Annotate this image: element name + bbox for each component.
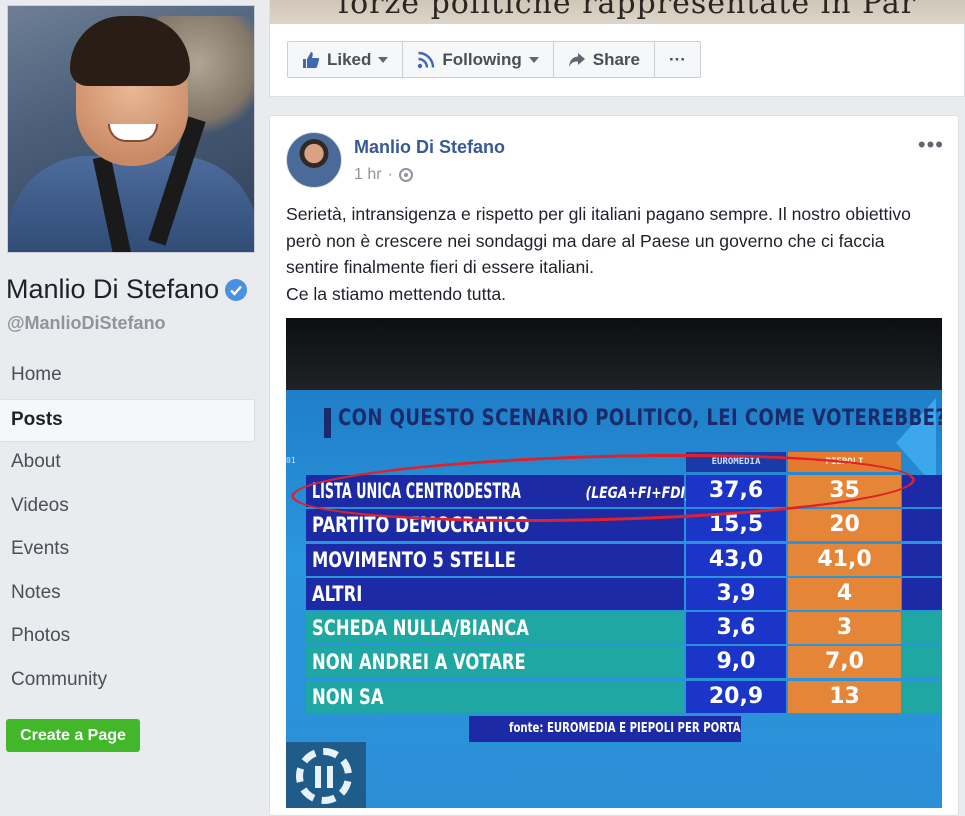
pause-bars-icon xyxy=(315,766,333,788)
nav-item-notes[interactable]: Notes xyxy=(0,573,255,617)
tv-frame-top xyxy=(286,318,942,390)
poll-row: NON ANDREI A VOTARE 9,0 7,0 xyxy=(306,645,942,679)
post-time[interactable]: 1 hr xyxy=(354,166,382,184)
poll-source: fonte: EUROMEDIA E PIEPOLI PER PORTA A P… xyxy=(469,716,741,742)
more-options-button[interactable]: ··· xyxy=(655,42,700,77)
verified-check-icon xyxy=(225,278,248,301)
share-button[interactable]: Share xyxy=(554,42,655,77)
poll-image[interactable]: CON QUESTO SCENARIO POLITICO, LEI COME V… xyxy=(286,318,942,808)
post-menu-button[interactable]: ••• xyxy=(918,134,944,156)
post-author[interactable]: Manlio Di Stefano xyxy=(354,137,505,158)
poll-title: CON QUESTO SCENARIO POLITICO, LEI COME V… xyxy=(338,406,942,431)
nav-item-events[interactable]: Events xyxy=(0,529,255,573)
poll-row-label: NON SA xyxy=(312,684,384,709)
page-name-text: Manlio Di Stefano xyxy=(6,274,220,304)
poll-value-piepoli: 7,0 xyxy=(788,646,901,679)
poll-row: MOVIMENTO 5 STELLE 43,0 41,0 xyxy=(306,543,942,577)
row-extension xyxy=(902,646,942,679)
globe-icon[interactable] xyxy=(398,168,413,182)
poll-value-piepoli: 4 xyxy=(788,577,901,610)
poll-value-piepoli: 20 xyxy=(788,509,901,542)
poll-value-euromedia: 3,9 xyxy=(686,577,786,610)
liked-button[interactable]: Liked xyxy=(288,42,404,77)
author-avatar[interactable] xyxy=(286,132,342,188)
page-actions-bar: Liked Following Share ··· xyxy=(287,41,701,78)
chevron-down-icon xyxy=(528,56,539,63)
newspaper-text: forze politiche rappresentate in Par xyxy=(338,0,917,21)
create-page-button[interactable]: Create a Page xyxy=(6,719,140,752)
thumbs-up-icon xyxy=(303,51,320,68)
row-extension xyxy=(902,543,942,576)
dot-separator: · xyxy=(387,166,393,183)
poll-value-euromedia: 3,6 xyxy=(686,612,786,645)
photo-shirt xyxy=(8,156,254,252)
nav-item-about[interactable]: About xyxy=(0,442,255,486)
share-arrow-icon xyxy=(568,52,585,67)
nav-item-photos[interactable]: Photos xyxy=(0,616,255,660)
newspaper-image[interactable]: forze politiche rappresentate in Par xyxy=(270,0,965,24)
row-extension xyxy=(902,680,942,713)
title-bar-graphic xyxy=(324,408,331,438)
row-extension xyxy=(902,509,942,542)
row-extension xyxy=(902,577,942,610)
poll-value-piepoli: 13 xyxy=(788,680,901,713)
liked-label: Liked xyxy=(327,49,372,69)
chevron-down-icon xyxy=(378,56,389,63)
post-card: Manlio Di Stefano 1 hr · ••• Serietà, in… xyxy=(269,115,959,816)
poll-value-piepoli: 3 xyxy=(788,612,901,645)
poll-value-euromedia: 43,0 xyxy=(686,543,786,576)
poll-row-label: NON ANDREI A VOTARE xyxy=(312,650,526,675)
poll-source-text: fonte: EUROMEDIA E PIEPOLI PER PORTA A P… xyxy=(509,721,741,736)
poll-row-label: MOVIMENTO 5 STELLE xyxy=(312,547,516,572)
following-button[interactable]: Following xyxy=(403,42,554,77)
post-meta: 1 hr · xyxy=(354,166,413,184)
poll-value-euromedia: 20,9 xyxy=(686,680,786,713)
poll-row: SCHEDA NULLA/BIANCA 3,6 3 xyxy=(306,611,942,645)
poll-row-index: 01 xyxy=(286,456,296,465)
row-extension xyxy=(902,612,942,645)
poll-value-piepoli: 41,0 xyxy=(788,543,901,576)
nav-item-community[interactable]: Community xyxy=(0,660,255,704)
poll-row: NON SA 20,9 13 xyxy=(306,680,942,714)
nav-item-home[interactable]: Home xyxy=(0,355,255,399)
nav-item-posts[interactable]: Posts xyxy=(0,398,255,442)
post-text: Serietà, intransigenza e rispetto per gl… xyxy=(286,201,936,307)
page-name[interactable]: Manlio Di Stefano xyxy=(6,274,248,305)
profile-photo[interactable] xyxy=(7,5,255,253)
post-body: Serietà, intransigenza e rispetto per gl… xyxy=(286,204,911,304)
nav-item-videos[interactable]: Videos xyxy=(0,486,255,530)
poll-value-euromedia: 9,0 xyxy=(686,646,786,679)
page-handle[interactable]: @ManlioDiStefano xyxy=(7,313,166,334)
page-nav: Home Posts About Videos Events Notes Pho… xyxy=(0,355,255,703)
poll-row-label: SCHEDA NULLA/BIANCA xyxy=(312,616,529,641)
following-label: Following xyxy=(442,49,522,69)
previous-post-card: forze politiche rappresentate in Par Lik… xyxy=(269,0,965,97)
share-label: Share xyxy=(592,49,640,69)
poll-row: ALTRI 3,9 4 xyxy=(306,577,942,611)
poll-row-label: ALTRI xyxy=(312,581,363,606)
rss-icon xyxy=(418,51,435,68)
more-options-label: ··· xyxy=(668,49,686,69)
